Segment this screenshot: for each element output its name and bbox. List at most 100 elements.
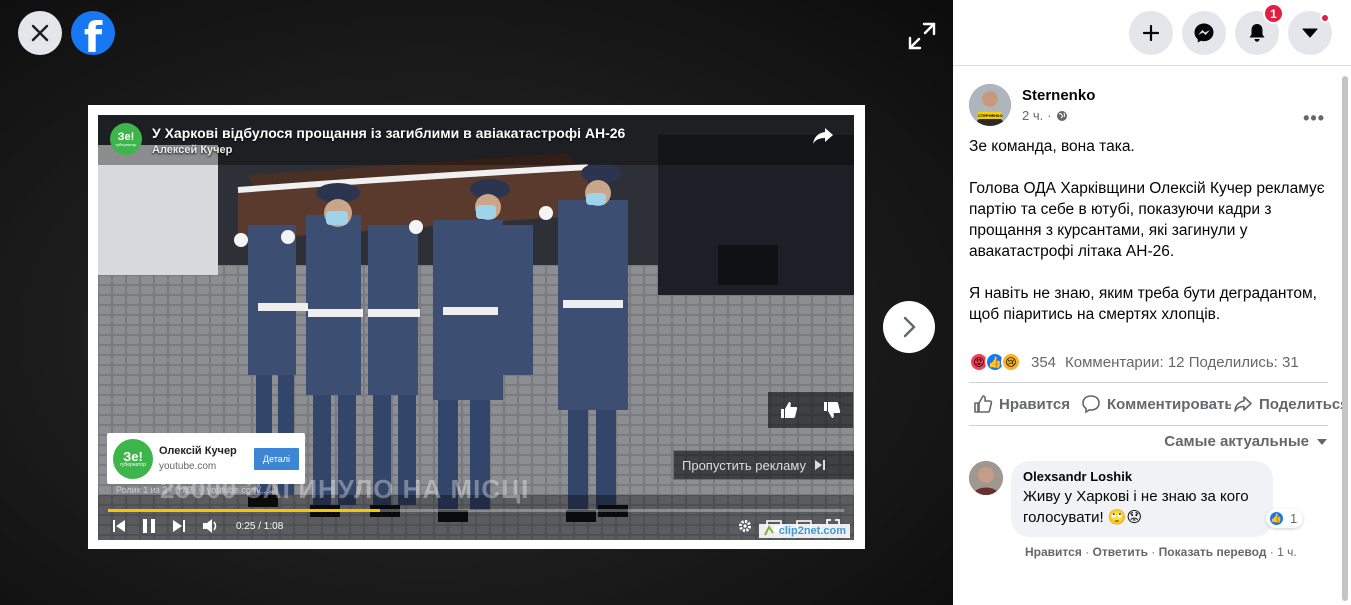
video-time: 0:25 / 1:08 <box>236 520 284 532</box>
media-viewer: f Зе! губернатор У Харкові відбулося про… <box>0 0 953 605</box>
panel-scrollbar[interactable] <box>1341 66 1349 605</box>
comment-reply-link[interactable]: Ответить <box>1093 545 1148 559</box>
comment-like-link[interactable]: Нравится <box>1025 545 1082 559</box>
plus-icon <box>1142 24 1160 42</box>
dot-separator: · <box>1151 545 1159 559</box>
close-button[interactable] <box>18 11 62 55</box>
comment-author[interactable]: Olexsandr Loshik <box>1023 469 1261 484</box>
skip-next-icon <box>173 520 185 532</box>
sort-label: Самые актуальные <box>1164 433 1309 450</box>
post-actions: Нравится Комментировать Поделиться <box>969 382 1350 426</box>
notification-badge: 1 <box>1263 3 1284 24</box>
channel-logo[interactable]: Зе! губернатор <box>110 123 142 155</box>
ad-logo-text: Зе! <box>123 448 143 464</box>
comment: Olexsandr Loshik Живу у Харкові і не зна… <box>969 461 1333 537</box>
bell-icon <box>1249 24 1265 42</box>
top-bar: 1 <box>953 0 1351 66</box>
reaction-icons[interactable]: 😡 👍 😢 <box>969 352 1021 372</box>
thumbs-up-icon <box>974 395 993 413</box>
post-text: Зе команда, вона така. Голова ОДА Харків… <box>969 136 1339 325</box>
next-video-button[interactable] <box>172 519 186 533</box>
like-label: Нравится <box>999 395 1071 413</box>
comment-timestamp[interactable]: 1 ч. <box>1277 545 1297 559</box>
channel-logo-sub: губернатор <box>115 141 137 147</box>
fullscreen-button[interactable] <box>904 18 940 54</box>
avatar-tshirt-text: СТЕРНЕНКО <box>978 113 1003 118</box>
post-panel: 1 СТЕРНЕНКО Sternenko 2 ч. · ••• Зе кома… <box>953 0 1351 605</box>
ad-details-button[interactable]: Деталі <box>253 447 299 470</box>
pause-button[interactable] <box>142 518 156 534</box>
post-timestamp[interactable]: 2 ч. <box>1022 108 1043 123</box>
comment-actions: Нравится · Ответить · Показать перевод ·… <box>1025 545 1333 559</box>
post: СТЕРНЕНКО Sternenko 2 ч. · ••• Зе команд… <box>953 84 1351 559</box>
create-button[interactable] <box>1129 11 1173 55</box>
volume-button[interactable] <box>202 518 220 534</box>
dot-separator: · <box>1047 108 1052 123</box>
account-menu-button[interactable] <box>1288 11 1332 55</box>
comment-icon <box>1082 395 1100 414</box>
messenger-button[interactable] <box>1182 11 1226 55</box>
facebook-f-icon: f <box>83 13 103 56</box>
commenter-avatar-image <box>969 461 1003 495</box>
gear-icon <box>739 520 751 532</box>
settings-button[interactable] <box>738 519 752 533</box>
comment-share-stats[interactable]: Комментарии: 12 Поделились: 31 <box>1065 354 1299 371</box>
ad-logo-sub: губернатор <box>120 461 146 468</box>
menu-alert-dot <box>1320 13 1330 23</box>
like-reaction-icon: 👍 <box>1268 510 1285 527</box>
notifications-button[interactable]: 1 <box>1235 3 1284 55</box>
messenger-icon <box>1194 23 1214 43</box>
next-photo-button[interactable] <box>883 301 935 353</box>
show-translation-link[interactable]: Показать перевод <box>1159 545 1267 559</box>
like-dislike-box <box>768 392 853 428</box>
share-arrow-icon <box>1234 396 1252 412</box>
share-label: Поделиться <box>1259 395 1350 413</box>
ad-card[interactable]: Зе! губернатор Олексій Кучер youtube.com… <box>107 433 305 484</box>
ad-name: Олексій Кучер <box>159 445 237 457</box>
post-paragraph: Я навіть не знаю, яким треба бути деград… <box>969 285 1317 323</box>
comment-label: Комментировать <box>1107 395 1234 413</box>
facebook-logo[interactable]: f <box>71 11 115 55</box>
video-title[interactable]: У Харкові відбулося прощання із загиблим… <box>152 125 625 141</box>
ad-url: youtube.com <box>159 461 217 472</box>
reaction-count[interactable]: 354 <box>1031 354 1056 371</box>
reactions-summary: 😡 👍 😢 354 Комментарии: 12 Поделились: 31 <box>969 351 1333 373</box>
skip-next-icon <box>814 460 825 470</box>
caret-down-icon <box>1317 438 1327 445</box>
caret-down-icon <box>1302 28 1318 38</box>
comment-button[interactable]: Комментировать <box>1081 394 1234 414</box>
youtube-video[interactable]: Зе! губернатор У Харкові відбулося проща… <box>98 115 854 540</box>
channel-logo-text: Зе! <box>117 130 135 143</box>
ad-channel-logo: Зе! губернатор <box>113 438 153 479</box>
chevron-right-icon <box>903 316 916 338</box>
ad-info-text: Ролик 1 из 2 · 0:43 ⓘ youtube.com/... <box>116 485 269 495</box>
post-author[interactable]: Sternenko <box>1022 87 1095 104</box>
like-button[interactable]: Нравится <box>973 394 1070 414</box>
dot-separator: · <box>1085 545 1093 559</box>
comment-text: Живу у Харкові і не знаю за кого голосув… <box>1023 488 1249 526</box>
video-channel-name[interactable]: Алексей Кучер <box>152 144 625 156</box>
author-avatar[interactable]: СТЕРНЕНКО <box>969 84 1011 126</box>
share-button[interactable]: Поделиться <box>1231 394 1350 414</box>
screenshot-frame: Зе! губернатор У Харкові відбулося проща… <box>88 105 865 549</box>
share-icon[interactable] <box>812 127 834 145</box>
comment-sort-dropdown[interactable]: Самые актуальные <box>969 433 1333 450</box>
clip-icon <box>763 525 774 536</box>
skip-ad-label: Пропустить рекламу <box>682 457 806 473</box>
comment-reaction-count: 1 <box>1290 511 1298 526</box>
thumbs-up-icon[interactable] <box>780 401 798 419</box>
skip-ad-button[interactable]: Пропустить рекламу <box>673 450 854 480</box>
post-paragraph: Голова ОДА Харківщини Олексій Кучер рекл… <box>969 180 1325 260</box>
comment-reaction-badge[interactable]: 👍 1 <box>1266 509 1304 528</box>
post-paragraph: Зе команда, вона така. <box>969 138 1135 155</box>
commenter-avatar[interactable] <box>969 461 1003 495</box>
scrollbar-thumb[interactable] <box>1342 76 1348 601</box>
watermark-text: clip2net.com <box>778 525 846 537</box>
previous-button[interactable] <box>112 519 126 533</box>
video-controls: 0:25 / 1:08 <box>98 512 854 540</box>
skip-previous-icon <box>113 520 125 532</box>
video-title-bar: Зе! губернатор У Харкові відбулося проща… <box>110 123 625 156</box>
thumbs-down-icon[interactable] <box>823 401 841 419</box>
more-options-button[interactable]: ••• <box>1303 108 1325 129</box>
globe-icon <box>1056 110 1067 121</box>
